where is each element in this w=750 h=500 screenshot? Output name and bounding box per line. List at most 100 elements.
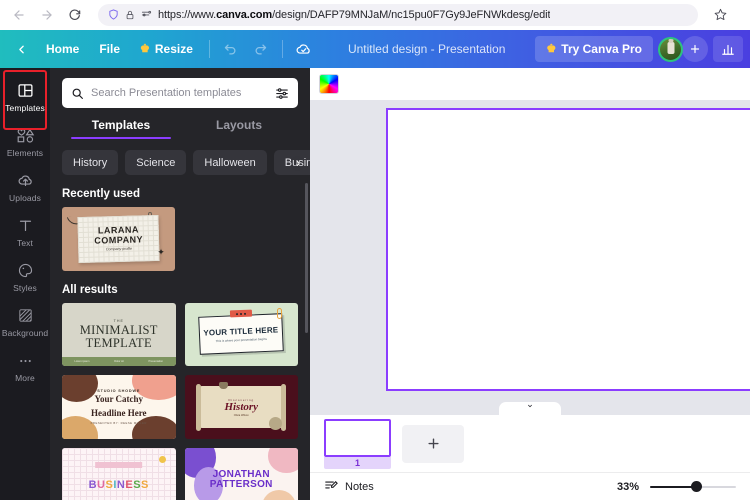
- share-add-button[interactable]: [682, 36, 708, 62]
- template-card-your-title-here[interactable]: YOUR TITLE HERE This is where your prese…: [184, 302, 298, 367]
- paperclip-icon: [277, 307, 283, 319]
- sidebar-item-background[interactable]: Background: [2, 299, 48, 344]
- larana-line2: COMPANY: [93, 234, 144, 246]
- search-row: [50, 68, 310, 108]
- avatar[interactable]: [658, 36, 683, 62]
- notes-collapse-tab[interactable]: [499, 402, 561, 415]
- studio-text: STUDIO SHODWE Your Catchy Headline Here …: [91, 389, 147, 425]
- chip-history[interactable]: History: [62, 150, 119, 175]
- recently-used-title: Recently used: [62, 188, 140, 200]
- title-headline: YOUR TITLE HERE: [203, 325, 279, 338]
- page-number-label: 1: [324, 456, 391, 469]
- toolbar-divider-1: [208, 40, 210, 58]
- search-box[interactable]: [62, 78, 298, 108]
- title-card: YOUR TITLE HERE This is where your prese…: [198, 313, 285, 356]
- add-page-button[interactable]: [402, 424, 464, 463]
- chevron-right-icon[interactable]: ›: [290, 150, 306, 175]
- uploads-icon: [16, 171, 35, 190]
- url-text: https://www.canva.com/design/DAFP79MNJaM…: [158, 8, 551, 21]
- star-icon[interactable]: [710, 5, 730, 25]
- minimalist-line2: TEMPLATE: [85, 335, 152, 350]
- sidebar-item-text[interactable]: Text: [2, 209, 48, 254]
- template-card-history[interactable]: Discovering History Olivia Wilson: [184, 375, 298, 440]
- notes-label: Notes: [345, 480, 374, 493]
- page-settings-icon[interactable]: [141, 9, 152, 20]
- toolbar-divider-2: [281, 40, 283, 58]
- shield-icon: [108, 9, 119, 20]
- try-canva-pro-button[interactable]: ♚ Try Canva Pro: [535, 36, 653, 62]
- sidebar-item-templates[interactable]: Templates: [2, 74, 48, 119]
- canvas-toolbar: [310, 68, 750, 100]
- larana-caption: Company profile: [105, 246, 132, 252]
- page-thumbnail-1[interactable]: 1: [324, 418, 391, 469]
- file-menu-button[interactable]: File: [90, 36, 129, 62]
- tab-templates-label: Templates: [91, 118, 151, 132]
- redo-icon[interactable]: [247, 36, 275, 62]
- tab-layouts[interactable]: Layouts: [180, 118, 298, 139]
- tab-templates[interactable]: Templates: [62, 118, 180, 139]
- jonathan-blob-3: [268, 448, 298, 473]
- template-card-larana-company[interactable]: LARANA COMPANY Company profile ✦: [62, 207, 175, 271]
- all-results-title: All results: [62, 283, 118, 296]
- slide-canvas[interactable]: [386, 108, 750, 391]
- zoom-slider-knob[interactable]: [691, 481, 702, 492]
- studio-line1: Your Catchy: [94, 394, 144, 405]
- home-button[interactable]: Home: [37, 36, 88, 62]
- template-card-business[interactable]: BUSINESS: [62, 448, 176, 500]
- sidebar-item-elements[interactable]: Elements: [2, 119, 48, 164]
- history-headline: History: [224, 400, 259, 413]
- chip-science[interactable]: Science: [125, 150, 187, 175]
- reload-button[interactable]: [64, 4, 86, 26]
- template-card-minimalist[interactable]: THE MINIMALIST TEMPLATE Lorem ipsum Dolo…: [62, 302, 176, 367]
- cloud-saved-icon[interactable]: [290, 36, 318, 62]
- template-card-jonathan-patterson[interactable]: JONATHAN PATTERSON: [184, 448, 298, 500]
- forward-button[interactable]: [36, 4, 58, 26]
- canva-editor-window: https://www.canva.com/design/DAFP79MNJaM…: [0, 0, 750, 500]
- notes-icon: [324, 478, 338, 495]
- larana-card: LARANA COMPANY Company profile: [77, 214, 160, 263]
- avatar-figure: [667, 38, 674, 55]
- sidebar-label-elements: Elements: [6, 148, 44, 158]
- jonathan-blob-4: [261, 490, 296, 500]
- back-button[interactable]: [8, 4, 30, 26]
- filter-sliders-icon[interactable]: [275, 86, 289, 100]
- all-results-grid: THE MINIMALIST TEMPLATE Lorem ipsum Dolo…: [62, 302, 298, 500]
- tape-icon: [230, 309, 253, 318]
- studio-line2: Headline Here: [90, 408, 147, 419]
- elements-icon: [16, 126, 35, 145]
- panel-scrollbar[interactable]: [305, 183, 308, 333]
- sidebar-label-background: Background: [1, 328, 49, 338]
- styles-icon: [17, 261, 34, 280]
- color-picker-swatch[interactable]: [319, 74, 339, 94]
- template-card-studio-shodwe[interactable]: STUDIO SHODWE Your Catchy Headline Here …: [62, 375, 176, 440]
- panel-collapse-handle[interactable]: [309, 255, 310, 313]
- minimalist-footer: Lorem ipsum Dolor sit Presentation: [62, 357, 176, 367]
- editor-body: Templates Elements Uploads Text Styles B…: [0, 68, 750, 500]
- trophy-icon: [218, 381, 228, 389]
- design-title[interactable]: Untitled design - Presentation: [318, 42, 536, 56]
- templates-scroll-area[interactable]: Recently used LARANA COMPANY Company pro…: [50, 175, 310, 500]
- notes-button[interactable]: Notes: [324, 478, 374, 495]
- search-input[interactable]: [91, 87, 268, 99]
- crown-icon: ♚: [546, 42, 557, 55]
- minimalist-footer-3: Presentation: [148, 360, 164, 364]
- address-bar[interactable]: https://www.canva.com/design/DAFP79MNJaM…: [98, 3, 698, 26]
- tab-layouts-label: Layouts: [215, 118, 262, 132]
- zoom-slider[interactable]: [650, 481, 736, 493]
- canvas-area[interactable]: [310, 100, 750, 415]
- editor-area: 1 Notes 33%: [310, 68, 750, 500]
- sidebar-item-more[interactable]: More: [2, 344, 48, 389]
- bar-chart-icon[interactable]: [713, 36, 743, 62]
- browser-toolbar: https://www.canva.com/design/DAFP79MNJaM…: [0, 0, 750, 30]
- status-bar: Notes 33%: [310, 472, 750, 500]
- chip-halloween[interactable]: Halloween: [193, 150, 267, 175]
- business-word: BUSINESS: [88, 478, 149, 491]
- file-label: File: [99, 42, 121, 56]
- sidebar-item-styles[interactable]: Styles: [2, 254, 48, 299]
- resize-label: Resize: [154, 42, 193, 56]
- business-ribbon: [94, 462, 143, 469]
- sidebar-item-uploads[interactable]: Uploads: [2, 164, 48, 209]
- chevron-left-icon[interactable]: [7, 36, 35, 62]
- undo-icon[interactable]: [217, 36, 245, 62]
- resize-button[interactable]: ♚ Resize: [131, 36, 202, 62]
